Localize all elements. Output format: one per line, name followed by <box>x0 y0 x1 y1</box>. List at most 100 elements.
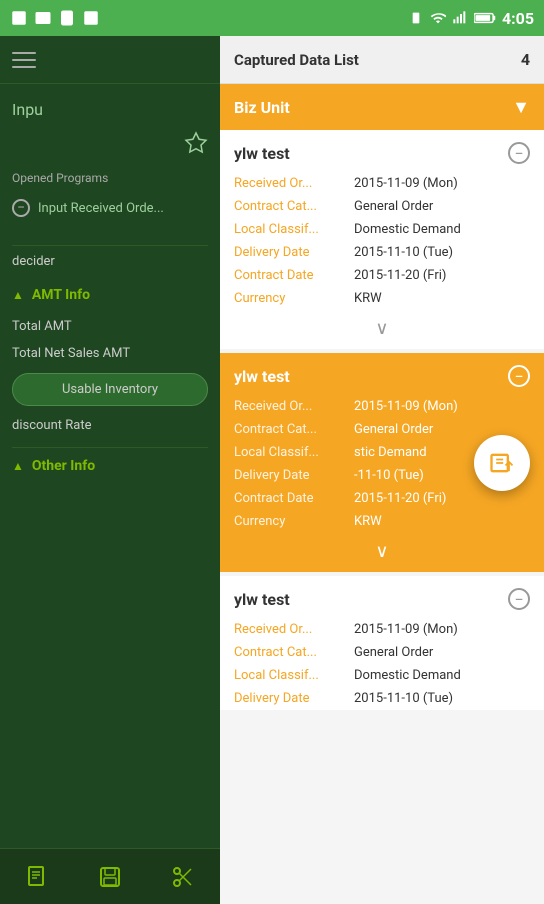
save-nav-icon[interactable] <box>98 865 122 889</box>
value-local-classif-3: Domestic Demand <box>354 668 530 683</box>
card-3-row-0: Received Or... 2015-11-09 (Mon) <box>220 618 544 641</box>
settings-nav-icon[interactable] <box>171 865 195 889</box>
wifi-icon <box>430 10 446 26</box>
card-2-footer[interactable]: ∨ <box>220 533 544 572</box>
card-1-footer[interactable]: ∨ <box>220 310 544 349</box>
star-area <box>0 131 220 155</box>
status-bar-left <box>10 9 100 27</box>
card-2-title: ylw test <box>234 367 290 386</box>
label-local-classif-2: Local Classif... <box>234 445 354 460</box>
hamburger-menu[interactable] <box>12 52 36 68</box>
total-amt-row: Total AMT <box>0 313 220 340</box>
document-icon <box>25 865 49 889</box>
card-2: ylw test − Received Or... 2015-11-09 (Mo… <box>220 353 544 572</box>
label-delivery-2: Delivery Date <box>234 468 354 483</box>
card-1-row-4: Contract Date 2015-11-20 (Fri) <box>220 264 544 287</box>
cards-scroll-area[interactable]: ylw test − Received Or... 2015-11-09 (Mo… <box>220 130 544 904</box>
value-received-or-1: 2015-11-09 (Mon) <box>354 176 530 191</box>
value-local-classif-1: Domestic Demand <box>354 222 530 237</box>
card-1-row-1: Contract Cat... General Order <box>220 195 544 218</box>
notification-icon <box>10 9 28 27</box>
card-3-row-2: Local Classif... Domestic Demand <box>220 664 544 687</box>
fab-button[interactable] <box>474 435 530 491</box>
label-local-classif-1: Local Classif... <box>234 222 354 237</box>
amt-info-label: AMT Info <box>32 287 90 303</box>
value-currency-2: KRW <box>354 514 530 529</box>
triangle-icon: ▲ <box>12 288 24 302</box>
captured-data-count: 4 <box>521 50 530 69</box>
discount-rate-label: discount Rate <box>12 418 91 433</box>
card-2-header: ylw test − <box>220 353 544 395</box>
value-received-or-2: 2015-11-09 (Mon) <box>354 399 530 414</box>
label-currency-1: Currency <box>234 291 354 306</box>
card-2-row-5: Currency KRW <box>220 510 544 533</box>
value-delivery-1: 2015-11-10 (Tue) <box>354 245 530 260</box>
label-received-or-3: Received Or... <box>234 622 354 637</box>
value-contract-cat-1: General Order <box>354 199 530 214</box>
label-contract-cat-1: Contract Cat... <box>234 199 354 214</box>
value-contract-date-1: 2015-11-20 (Fri) <box>354 268 530 283</box>
label-contract-date-2: Contract Date <box>234 491 354 506</box>
label-delivery-3: Delivery Date <box>234 691 354 706</box>
card-1-row-0: Received Or... 2015-11-09 (Mon) <box>220 172 544 195</box>
card-1-header: ylw test − <box>220 130 544 172</box>
card-1-row-3: Delivery Date 2015-11-10 (Tue) <box>220 241 544 264</box>
image-icon <box>34 9 52 27</box>
card-1: ylw test − Received Or... 2015-11-09 (Mo… <box>220 130 544 349</box>
right-header: Captured Data List 4 <box>220 36 544 84</box>
total-net-sales-label: Total Net Sales AMT <box>12 346 130 361</box>
program-item[interactable]: Input Received Orde... <box>0 191 220 225</box>
card-3-row-1: Contract Cat... General Order <box>220 641 544 664</box>
card-3-title: ylw test <box>234 590 290 609</box>
status-bar-right: 4:05 <box>408 9 534 28</box>
star-icon[interactable] <box>184 131 208 155</box>
label-local-classif-3: Local Classif... <box>234 668 354 683</box>
clock: 4:05 <box>502 9 534 28</box>
other-info-section[interactable]: ▲ Other Info <box>0 448 220 484</box>
scissors-icon <box>171 865 195 889</box>
signal-icon <box>452 10 468 26</box>
discount-rate-row: discount Rate <box>0 412 220 439</box>
triangle-other-icon: ▲ <box>12 459 24 473</box>
doc-nav-icon[interactable] <box>25 865 49 889</box>
app-icon <box>82 9 100 27</box>
label-delivery-1: Delivery Date <box>234 245 354 260</box>
program-name: Input Received Orde... <box>38 201 164 216</box>
biz-unit-label: Biz Unit <box>234 98 290 117</box>
card-1-title: ylw test <box>234 144 290 163</box>
value-delivery-3: 2015-11-10 (Tue) <box>354 691 530 706</box>
input-section: Inpu <box>0 84 220 127</box>
status-bar: 4:05 <box>0 0 544 36</box>
value-contract-date-2: 2015-11-20 (Fri) <box>354 491 530 506</box>
card-1-remove-btn[interactable]: − <box>508 142 530 164</box>
card-1-expand-icon: ∨ <box>375 318 388 339</box>
captured-data-list-title: Captured Data List <box>234 51 359 69</box>
card-3-remove-btn[interactable]: − <box>508 588 530 610</box>
card-3-header: ylw test − <box>220 576 544 618</box>
card-3-row-3: Delivery Date 2015-11-10 (Tue) <box>220 687 544 710</box>
label-contract-cat-2: Contract Cat... <box>234 422 354 437</box>
card-3: ylw test − Received Or... 2015-11-09 (Mo… <box>220 576 544 710</box>
value-contract-cat-3: General Order <box>354 645 530 660</box>
fab-edit-icon <box>488 449 516 477</box>
label-currency-2: Currency <box>234 514 354 529</box>
card-1-row-2: Local Classif... Domestic Demand <box>220 218 544 241</box>
right-panel: Captured Data List 4 Biz Unit ▼ ylw test… <box>220 36 544 904</box>
input-label: Inpu <box>12 100 43 119</box>
card-2-row-0: Received Or... 2015-11-09 (Mon) <box>220 395 544 418</box>
card-2-remove-btn[interactable]: − <box>508 365 530 387</box>
amt-info-section[interactable]: ▲ AMT Info <box>0 277 220 313</box>
decider-text: decider <box>0 246 220 277</box>
vibrate-icon <box>408 10 424 26</box>
usable-inventory-btn[interactable]: Usable Inventory <box>12 373 208 406</box>
bottom-nav <box>0 848 220 904</box>
save-icon <box>98 865 122 889</box>
value-currency-1: KRW <box>354 291 530 306</box>
close-program-icon[interactable] <box>12 199 30 217</box>
biz-unit-dropdown-icon: ▼ <box>512 97 530 118</box>
total-amt-label: Total AMT <box>12 319 72 334</box>
opened-programs-label: Opened Programs <box>0 155 220 191</box>
biz-unit-bar[interactable]: Biz Unit ▼ <box>220 84 544 130</box>
label-contract-date-1: Contract Date <box>234 268 354 283</box>
other-info-label: Other Info <box>32 458 95 474</box>
